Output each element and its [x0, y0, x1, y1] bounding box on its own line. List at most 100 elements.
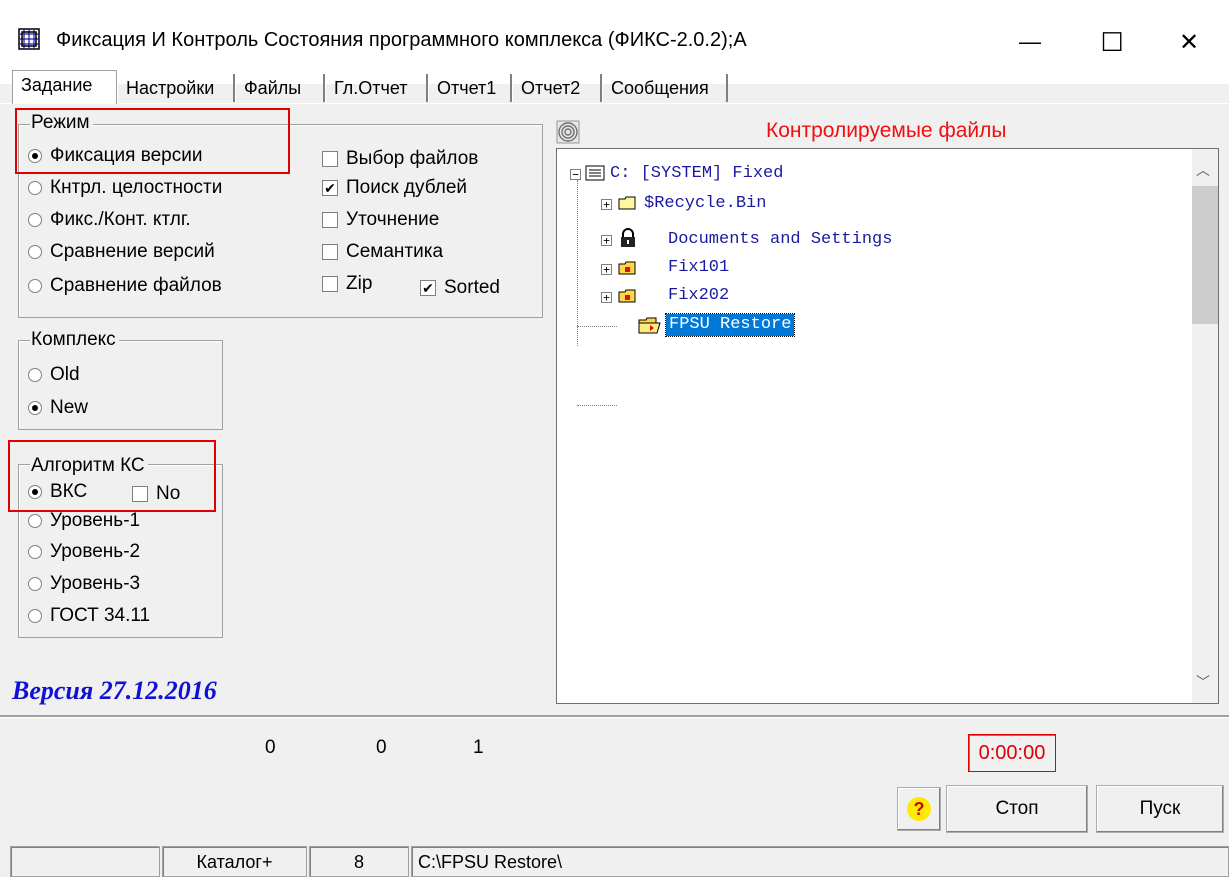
radio-indicator [28, 609, 42, 623]
checkbox-box [322, 276, 338, 292]
app-icon [18, 28, 40, 50]
checkbox-label: Уточнение [346, 209, 440, 230]
tree-item-fix202[interactable]: Fix202 [668, 286, 729, 306]
radio-level-3[interactable]: Уровень-3 [28, 573, 140, 595]
tree-line [577, 326, 617, 327]
checkbox-box [322, 244, 338, 260]
tree-expand-icon[interactable]: + [601, 264, 612, 275]
radio-compare-versions[interactable]: Сравнение версий [28, 241, 215, 263]
radio-fix-catalog[interactable]: Фикс./Конт. ктлг. [28, 209, 191, 231]
tree-expand-icon[interactable]: + [601, 235, 612, 246]
close-button[interactable]: ✕ [1149, 0, 1229, 84]
maximize-button[interactable]: ☐ [1072, 0, 1152, 84]
status-cell-count: 8 [309, 846, 409, 877]
tree-item-fix101[interactable]: Fix101 [668, 258, 729, 278]
tree-expand-icon[interactable]: + [601, 292, 612, 303]
checkbox-label: Выбор файлов [346, 148, 479, 169]
scroll-down-icon[interactable]: ﹀ [1196, 672, 1210, 692]
radio-indicator [28, 545, 42, 559]
window-title: Фиксация И Контроль Состояния программно… [56, 29, 747, 51]
tree-scrollbar-thumb[interactable] [1192, 186, 1218, 324]
checkbox-label: Поиск дублей [346, 177, 468, 198]
check-sorted[interactable]: ✔ Sorted [420, 277, 500, 299]
lock-icon [621, 228, 635, 247]
help-icon: ? [907, 797, 931, 821]
radio-integrity-control[interactable]: Кнтрл. целостности [28, 177, 222, 199]
radio-indicator [28, 279, 42, 293]
radio-label: Фикс./Конт. ктлг. [50, 209, 191, 230]
tree-root[interactable]: C: [SYSTEM] Fixed [610, 164, 783, 184]
check-find-duplicates[interactable]: ✔ Поиск дублей [322, 177, 467, 199]
radio-indicator [28, 368, 42, 382]
checkbox-label: Семантика [346, 241, 444, 262]
timer-display: 0:00:00 [968, 734, 1056, 772]
tree-collapse-icon[interactable]: − [570, 169, 581, 180]
tab-report1[interactable]: Отчет1 [428, 74, 512, 102]
tab-report2[interactable]: Отчет2 [512, 74, 602, 102]
check-select-files[interactable]: Выбор файлов [322, 148, 478, 170]
drive-icon [585, 165, 605, 181]
tab-settings[interactable]: Настройки [117, 74, 235, 102]
folder-red-icon [618, 261, 636, 275]
radio-indicator [28, 577, 42, 591]
tab-strip-line [0, 103, 1229, 104]
highlight-box-mode [15, 108, 290, 174]
radio-label: New [50, 397, 89, 418]
scroll-up-icon[interactable]: ︿ [1196, 160, 1210, 180]
check-zip[interactable]: Zip [322, 273, 372, 295]
highlight-box-algorithm [8, 440, 216, 512]
checkbox-box [322, 151, 338, 167]
counter-1: 0 [265, 737, 276, 758]
tab-task[interactable]: Задание [12, 70, 117, 104]
tab-files[interactable]: Файлы [235, 74, 325, 102]
tree-line [577, 405, 617, 406]
complex-legend: Комплекс [30, 329, 119, 351]
status-cell-path: C:\FPSU Restore\ [411, 846, 1229, 877]
counter-3: 1 [473, 737, 484, 758]
tab-main-report[interactable]: Гл.Отчет [325, 74, 428, 102]
tree-line [577, 180, 578, 346]
radio-indicator [28, 181, 42, 195]
folder-icon [618, 196, 636, 210]
radio-label: Кнтрл. целостности [50, 177, 223, 198]
radio-level-1[interactable]: Уровень-1 [28, 510, 140, 532]
radio-indicator [28, 401, 42, 415]
radio-label: Сравнение файлов [50, 275, 222, 296]
spiral-icon[interactable] [556, 120, 580, 144]
radio-compare-files[interactable]: Сравнение файлов [28, 275, 222, 297]
stop-button[interactable]: Стоп [946, 785, 1088, 833]
start-button[interactable]: Пуск [1096, 785, 1224, 833]
check-refine[interactable]: Уточнение [322, 209, 439, 231]
folder-open-icon [638, 317, 661, 334]
checkbox-label: Zip [346, 273, 373, 294]
version-label: Версия 27.12.2016 [12, 676, 217, 705]
tree-item-recycle-bin[interactable]: $Recycle.Bin [644, 194, 766, 214]
folder-red-icon [618, 289, 636, 303]
checkmark-icon: ✔ [322, 180, 338, 196]
counter-2: 0 [376, 737, 387, 758]
radio-new[interactable]: New [28, 397, 88, 419]
status-cell-mode: Каталог+ [162, 846, 307, 877]
radio-label: Уровень-1 [50, 510, 141, 531]
radio-gost[interactable]: ГОСТ 34.11 [28, 605, 150, 627]
tree-item-documents-settings[interactable]: Documents and Settings [668, 230, 892, 250]
radio-label: ГОСТ 34.11 [50, 605, 151, 626]
tree-expand-icon[interactable]: + [601, 199, 612, 210]
radio-label: Уровень-3 [50, 573, 141, 594]
checkbox-label: Sorted [444, 277, 500, 298]
checkbox-box [322, 212, 338, 228]
status-cell-empty [10, 846, 160, 877]
tab-messages[interactable]: Сообщения [602, 74, 728, 102]
radio-indicator [28, 245, 42, 259]
tree-item-fpsu-restore[interactable]: FPSU Restore [664, 313, 796, 337]
minimize-button[interactable]: — [990, 0, 1070, 84]
help-button[interactable]: ? [897, 787, 941, 831]
radio-indicator [28, 514, 42, 528]
radio-label: Сравнение версий [50, 241, 215, 262]
radio-label: Old [50, 364, 80, 385]
radio-indicator [28, 213, 42, 227]
radio-level-2[interactable]: Уровень-2 [28, 541, 140, 563]
radio-old[interactable]: Old [28, 364, 80, 386]
tree-header: Контролируемые файлы [766, 119, 1007, 142]
check-semantics[interactable]: Семантика [322, 241, 443, 263]
